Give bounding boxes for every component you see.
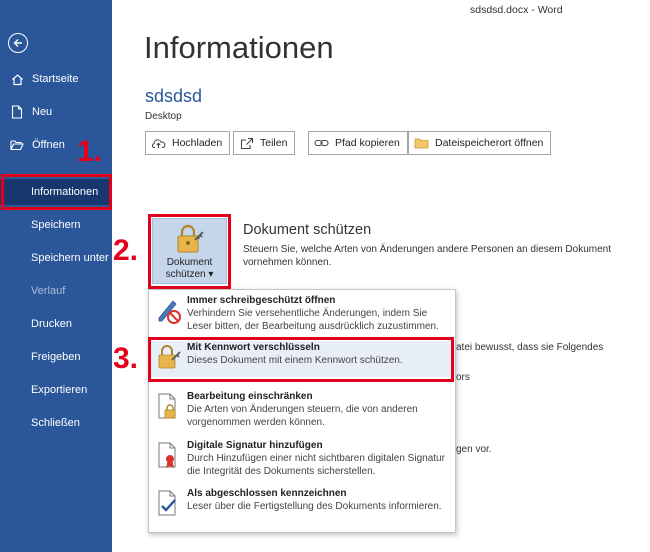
- copy-path-button[interactable]: Pfad kopieren: [308, 131, 408, 155]
- sidebar-item-drucken[interactable]: Drucken: [0, 311, 112, 337]
- menu-item-title: Immer schreibgeschützt öffnen: [187, 295, 336, 306]
- back-arrow-icon: [13, 39, 22, 47]
- menu-item-description: Verhindern Sie versehentliche Änderungen…: [187, 308, 439, 332]
- sidebar-item-label: Startseite: [32, 73, 79, 85]
- page-title: Informationen: [144, 30, 334, 65]
- sidebar-item-freigeben[interactable]: Freigeben: [0, 344, 112, 370]
- document-lock-icon: [158, 393, 176, 419]
- sidebar-item-label: Drucken: [31, 318, 72, 330]
- open-file-location-label: Dateispeicherort öffnen: [435, 137, 544, 149]
- link-icon: [314, 137, 329, 150]
- background-text-fragment: ors: [456, 372, 470, 383]
- sidebar-item-label: Exportieren: [31, 384, 88, 396]
- sidebar-item-startseite[interactable]: Startseite: [0, 66, 112, 92]
- menu-item-always-read-only[interactable]: Immer schreibgeschützt öffnen Verhindern…: [149, 294, 455, 338]
- backstage-sidebar: Startseite Neu Öffnen Informationen Spei…: [0, 0, 112, 552]
- back-button[interactable]: [8, 33, 28, 53]
- sidebar-item-exportieren[interactable]: Exportieren: [0, 377, 112, 403]
- sidebar-item-label: Schließen: [31, 417, 80, 429]
- protect-document-menu: Immer schreibgeschützt öffnen Verhindern…: [148, 289, 456, 533]
- folder-open-icon: [10, 138, 24, 152]
- sidebar-item-label: Speichern unter: [31, 252, 109, 264]
- home-icon: [10, 72, 24, 86]
- menu-item-description: Die Arten von Änderungen steuern, die vo…: [187, 404, 418, 428]
- menu-item-title: Als abgeschlossen kennzeichnen: [187, 488, 347, 499]
- sidebar-item-label: Verlauf: [31, 285, 66, 297]
- share-label: Teilen: [260, 137, 288, 149]
- sidebar-item-label: Neu: [32, 106, 53, 118]
- step-label-1: 1.: [77, 135, 103, 168]
- menu-item-restrict-editing[interactable]: Bearbeitung einschränken Die Arten von Ä…: [149, 390, 455, 434]
- copy-path-label: Pfad kopieren: [335, 137, 400, 149]
- folder-icon: [414, 137, 429, 150]
- sidebar-item-label: Freigeben: [31, 351, 81, 363]
- menu-item-title: Bearbeitung einschränken: [187, 391, 313, 402]
- menu-item-mark-as-final[interactable]: Als abgeschlossen kennzeichnen Leser übe…: [149, 487, 455, 529]
- menu-item-add-digital-signature[interactable]: Digitale Signatur hinzufügen Durch Hinzu…: [149, 439, 455, 483]
- cloud-upload-icon: [151, 137, 166, 150]
- menu-item-description: Leser über die Fertigstellung des Dokume…: [187, 501, 442, 512]
- pencil-no-icon: [158, 300, 181, 324]
- open-file-location-button[interactable]: Dateispeicherort öffnen: [408, 131, 552, 155]
- sidebar-item-label: Öffnen: [32, 139, 65, 151]
- sidebar-item-neu[interactable]: Neu: [0, 99, 112, 125]
- protect-section-description: Steuern Sie, welche Arten von Änderungen…: [243, 244, 612, 268]
- background-text-fragment: gen vor.: [456, 444, 492, 455]
- document-location: Desktop: [145, 111, 182, 122]
- sidebar-item-speichern[interactable]: Speichern: [0, 212, 112, 238]
- document-ribbon-icon: [158, 442, 176, 468]
- sidebar-item-schliessen[interactable]: Schließen: [0, 410, 112, 436]
- menu-item-description: Durch Hinzufügen einer nicht sichtbaren …: [187, 453, 445, 477]
- share-icon: [239, 137, 254, 150]
- menu-item-title: Digitale Signatur hinzufügen: [187, 440, 323, 451]
- upload-button[interactable]: Hochladen: [145, 131, 231, 155]
- highlight-box-protect: [148, 214, 231, 289]
- sidebar-item-speichern-unter[interactable]: Speichern unter: [0, 245, 112, 271]
- highlight-box-informationen: [1, 174, 112, 210]
- sidebar-item-verlauf: Verlauf: [0, 278, 112, 304]
- window-title: sdsdsd.docx - Word: [470, 4, 563, 16]
- upload-label: Hochladen: [172, 137, 223, 149]
- background-text-fragment: atei bewusst, dass sie Folgendes: [456, 342, 604, 353]
- step-label-2: 2.: [113, 234, 139, 267]
- step-label-3: 3.: [113, 342, 139, 375]
- document-check-icon: [158, 490, 176, 516]
- new-doc-icon: [10, 105, 24, 119]
- highlight-box-encrypt: [148, 337, 454, 382]
- protect-section-title: Dokument schützen: [243, 222, 372, 238]
- share-button[interactable]: Teilen: [233, 131, 296, 155]
- document-name: sdsdsd: [145, 86, 203, 106]
- sidebar-item-label: Speichern: [31, 219, 81, 231]
